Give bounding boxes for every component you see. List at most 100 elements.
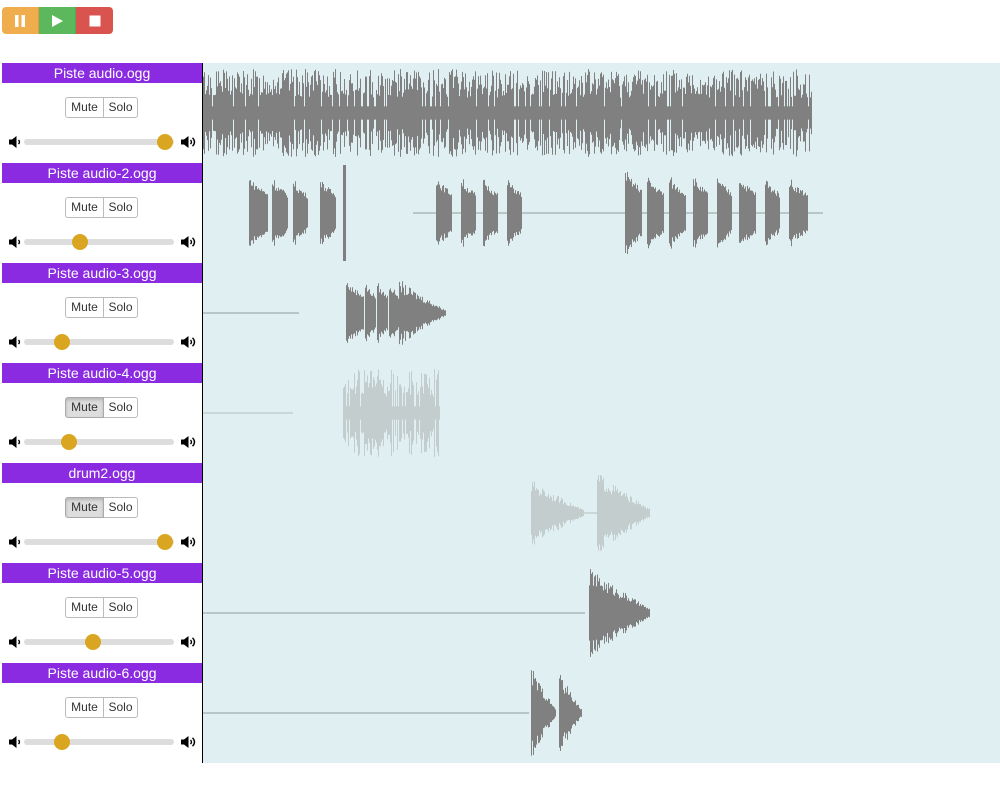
volume-down-icon: [9, 636, 21, 648]
track-controls: Piste audio-4.ogg Mute Solo: [2, 363, 202, 463]
volume-slider[interactable]: [24, 233, 174, 251]
mute-button[interactable]: Mute: [65, 397, 104, 418]
volume-slider-thumb[interactable]: [53, 734, 70, 750]
stop-button[interactable]: [76, 7, 113, 34]
stop-icon: [89, 15, 100, 26]
volume-slider-track: [24, 439, 174, 445]
track-name: Piste audio-3.ogg: [2, 263, 202, 283]
mute-button[interactable]: Mute: [65, 597, 104, 618]
track-waveform[interactable]: [203, 263, 1000, 363]
volume-slider-thumb[interactable]: [85, 634, 101, 650]
waveform-graphic: [203, 281, 446, 345]
pause-icon: [15, 14, 25, 27]
volume-down-icon: [9, 436, 21, 448]
track-name: Piste audio.ogg: [2, 63, 202, 83]
mute-solo-group: Mute Solo: [65, 297, 138, 318]
track-waveform[interactable]: [203, 563, 1000, 663]
mute-solo-group: Mute Solo: [65, 97, 138, 118]
volume-slider[interactable]: [24, 533, 174, 551]
volume-up-icon: [181, 336, 196, 348]
volume-up-icon: [181, 436, 196, 448]
solo-button[interactable]: Solo: [104, 97, 138, 118]
mute-button[interactable]: Mute: [65, 297, 104, 318]
playlist: Piste audio.ogg Mute Solo Piste audio-2.…: [2, 63, 1000, 763]
volume-slider-track: [24, 539, 174, 545]
volume-slider-thumb[interactable]: [157, 134, 173, 150]
track-waveform[interactable]: [203, 363, 1000, 463]
volume-slider[interactable]: [24, 133, 174, 151]
volume-slider-thumb[interactable]: [157, 534, 173, 550]
mute-solo-group: Mute Solo: [65, 497, 138, 518]
volume-control: [8, 633, 198, 651]
track-controls: Piste audio-6.ogg Mute Solo: [2, 663, 202, 763]
mute-solo-group: Mute Solo: [65, 697, 138, 718]
track-name: Piste audio-6.ogg: [2, 663, 202, 683]
waveform-graphic: [531, 475, 650, 551]
volume-down-icon: [9, 236, 21, 248]
waveform-graphic: [203, 569, 650, 657]
track-name: Piste audio-2.ogg: [2, 163, 202, 183]
volume-slider-track: [24, 339, 174, 345]
volume-down-icon: [9, 536, 21, 548]
volume-down-icon: [9, 736, 21, 748]
track-waveform[interactable]: [203, 663, 1000, 763]
volume-slider-track: [24, 139, 174, 145]
volume-slider[interactable]: [24, 333, 174, 351]
track-controls: Piste audio.ogg Mute Solo: [2, 63, 202, 163]
track-controls-column: Piste audio.ogg Mute Solo Piste audio-2.…: [2, 63, 202, 763]
volume-slider[interactable]: [24, 433, 174, 451]
mute-solo-group: Mute Solo: [65, 597, 138, 618]
volume-control: [8, 733, 198, 751]
volume-up-icon: [181, 236, 196, 248]
volume-down-icon: [9, 336, 21, 348]
volume-up-icon: [181, 636, 196, 648]
solo-button[interactable]: Solo: [104, 297, 138, 318]
volume-control: [8, 133, 198, 151]
volume-up-icon: [181, 536, 196, 548]
volume-slider-track: [24, 739, 174, 745]
volume-control: [8, 233, 198, 251]
track-name: Piste audio-4.ogg: [2, 363, 202, 383]
track-controls: Piste audio-3.ogg Mute Solo: [2, 263, 202, 363]
waveform-graphic: [203, 670, 582, 756]
volume-down-icon: [9, 136, 21, 148]
track-controls: Piste audio-2.ogg Mute Solo: [2, 163, 202, 263]
volume-control: [8, 533, 198, 551]
waveform-graphic: [203, 369, 440, 457]
play-icon: [52, 14, 63, 27]
track-waveform[interactable]: [203, 463, 1000, 563]
track-controls: drum2.ogg Mute Solo: [2, 463, 202, 563]
volume-slider-thumb[interactable]: [61, 434, 77, 450]
pause-button[interactable]: [2, 7, 39, 34]
waveform-graphic: [203, 69, 812, 157]
volume-slider-thumb[interactable]: [53, 334, 70, 350]
volume-control: [8, 433, 198, 451]
track-name: drum2.ogg: [2, 463, 202, 483]
mute-button[interactable]: Mute: [65, 97, 104, 118]
track-waveform[interactable]: [203, 63, 1000, 163]
track-waveform[interactable]: [203, 163, 1000, 263]
volume-slider-track: [24, 239, 174, 245]
volume-slider[interactable]: [24, 733, 174, 751]
track-name: Piste audio-5.ogg: [2, 563, 202, 583]
solo-button[interactable]: Solo: [104, 697, 138, 718]
solo-button[interactable]: Solo: [104, 597, 138, 618]
play-button[interactable]: [39, 7, 76, 34]
transport-toolbar: [2, 7, 113, 34]
mute-button[interactable]: Mute: [65, 497, 104, 518]
mute-solo-group: Mute Solo: [65, 397, 138, 418]
mute-button[interactable]: Mute: [65, 697, 104, 718]
volume-slider[interactable]: [24, 633, 174, 651]
mute-button[interactable]: Mute: [65, 197, 104, 218]
solo-button[interactable]: Solo: [104, 397, 138, 418]
solo-button[interactable]: Solo: [104, 497, 138, 518]
volume-control: [8, 333, 198, 351]
waveform-area[interactable]: [203, 63, 1000, 763]
volume-slider-thumb[interactable]: [71, 234, 88, 250]
volume-up-icon: [181, 736, 196, 748]
solo-button[interactable]: Solo: [104, 197, 138, 218]
volume-up-icon: [181, 136, 196, 148]
track-controls: Piste audio-5.ogg Mute Solo: [2, 563, 202, 663]
mute-solo-group: Mute Solo: [65, 197, 138, 218]
waveform-graphic: [249, 165, 823, 261]
